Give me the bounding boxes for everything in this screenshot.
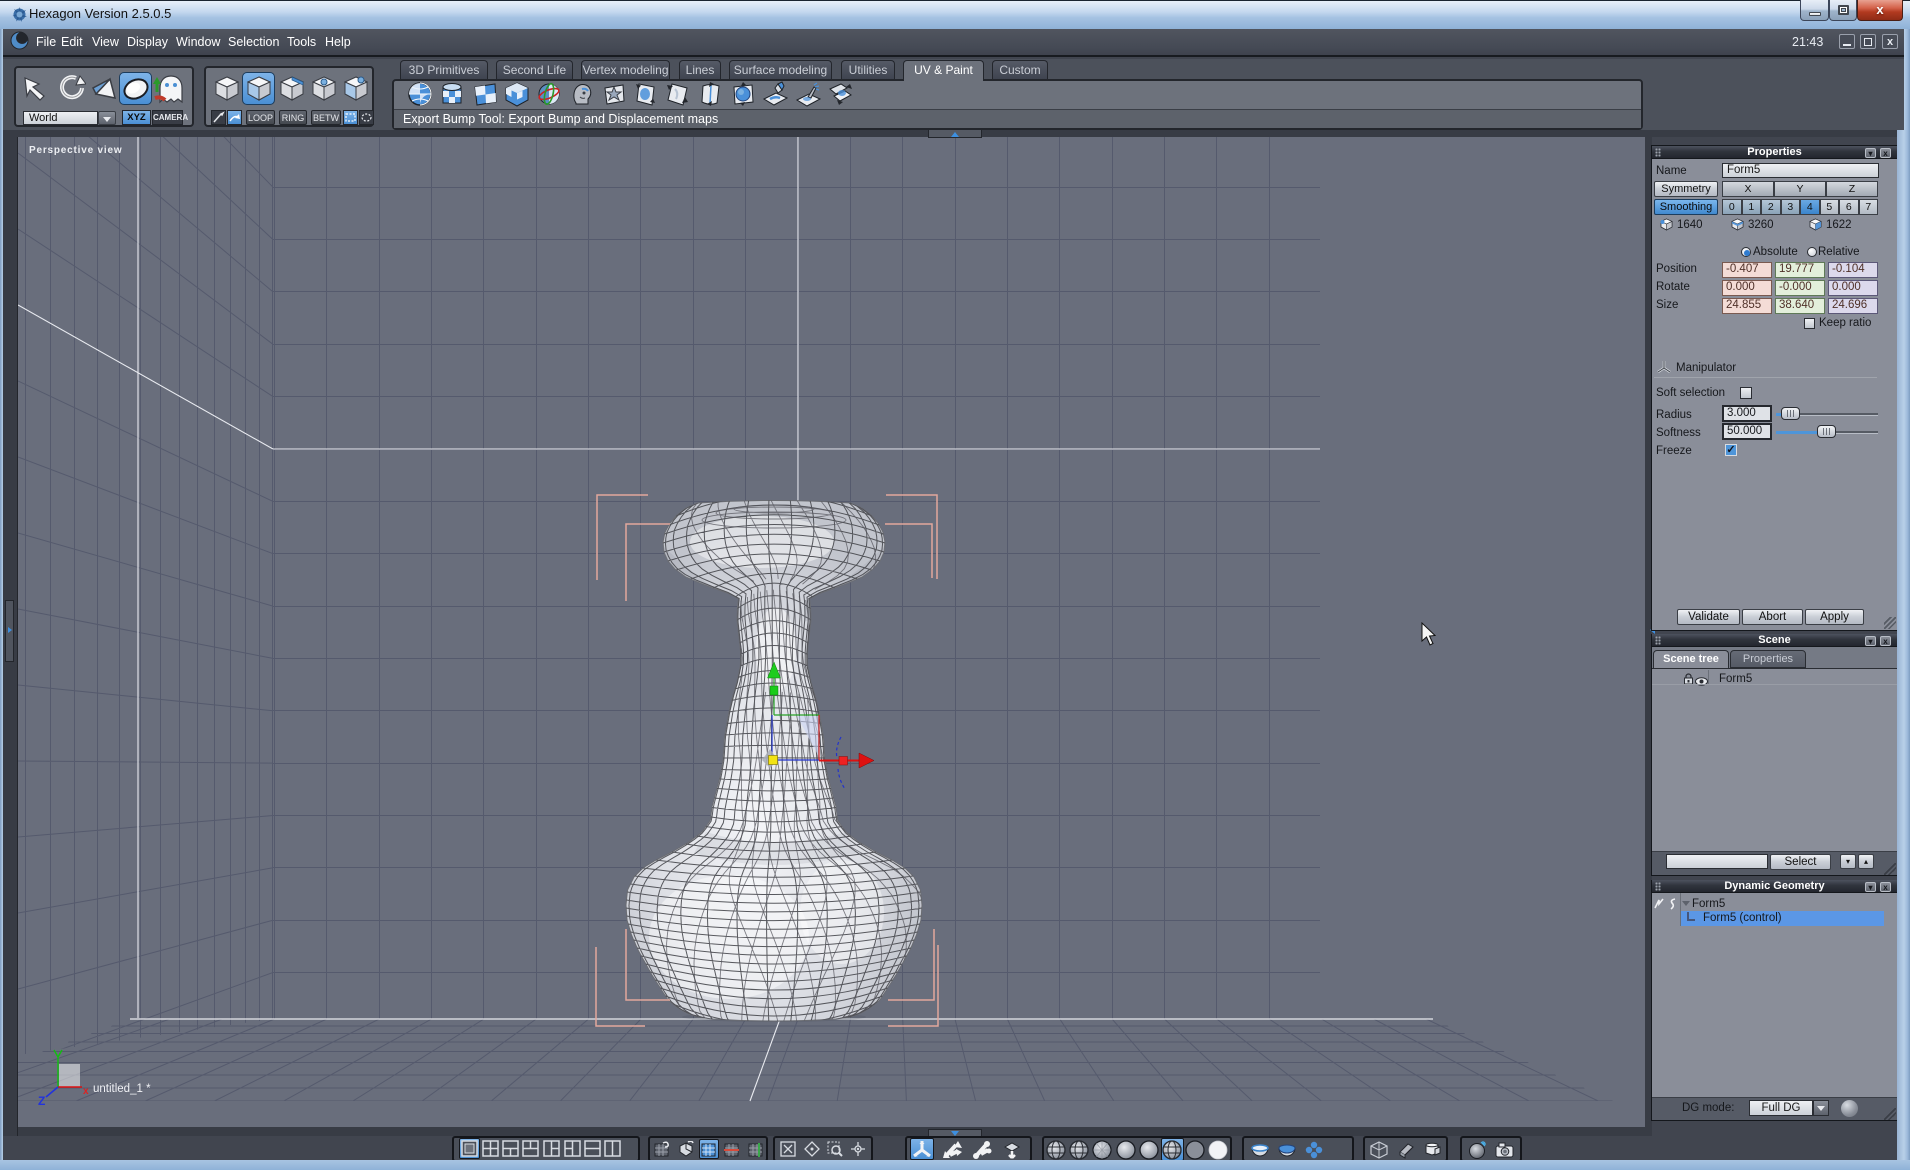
svg-text:Perspective view: Perspective view <box>29 145 122 156</box>
svg-text:untitled_1 *: untitled_1 * <box>93 1083 151 1095</box>
svg-text:Z: Z <box>38 1094 45 1108</box>
svg-text:x: x <box>83 1086 89 1097</box>
